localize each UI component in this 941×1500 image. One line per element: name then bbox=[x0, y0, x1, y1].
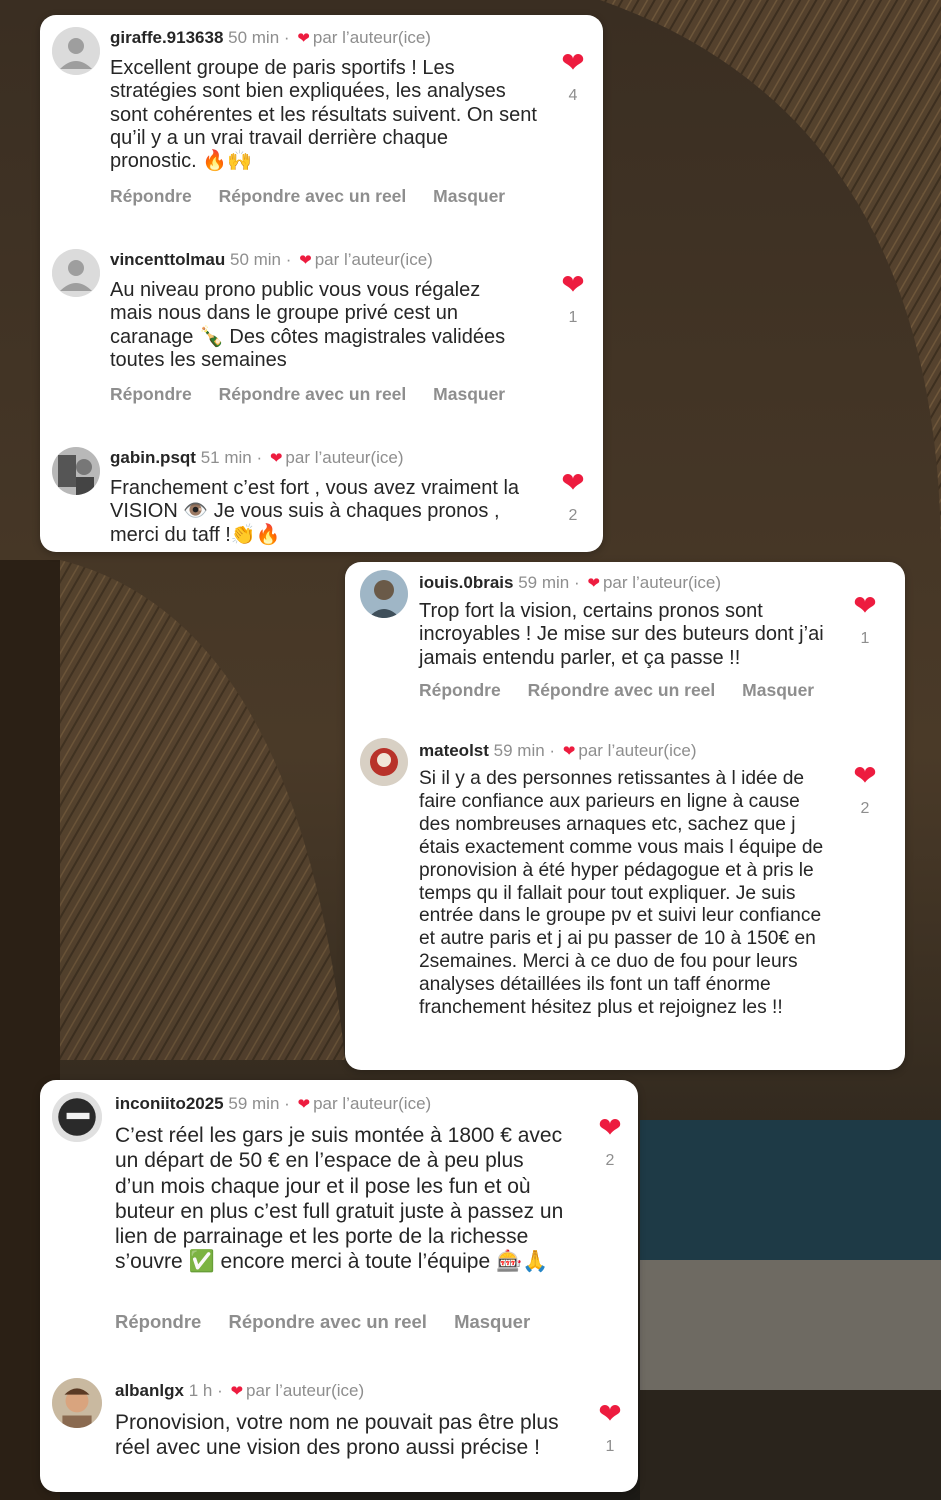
like-control[interactable]: ❤ 4 bbox=[558, 49, 588, 105]
liked-by-author-label: par l’auteur(ice) bbox=[312, 28, 431, 47]
comments-card-3: inconiito2025 59 min · ❤ par l’auteur(ice… bbox=[40, 1080, 638, 1492]
liked-by-author-label: par l’auteur(ice) bbox=[578, 741, 697, 760]
comments-card-2: iouis.0brais 59 min · ❤ par l’auteur(ice)… bbox=[345, 562, 905, 1070]
like-count: 1 bbox=[605, 1438, 615, 1455]
like-count: 4 bbox=[568, 87, 578, 104]
liked-by-author-label: par l’auteur(ice) bbox=[313, 1094, 432, 1113]
comment-meta: inconiito2025 59 min · ❤ par l’auteur(ice… bbox=[115, 1094, 432, 1113]
comment-text: Pronovision, votre nom ne pouvait pas êt… bbox=[115, 1411, 559, 1460]
heart-icon[interactable]: ❤ bbox=[558, 271, 588, 299]
comment-item: albanlgx 1 h · ❤ par l’auteur(ice) Pronov… bbox=[40, 1368, 638, 1492]
hide-button[interactable]: Masquer bbox=[742, 680, 814, 700]
like-count: 1 bbox=[568, 309, 578, 326]
heart-icon[interactable]: ❤ bbox=[595, 1114, 625, 1142]
comment-text: Excellent groupe de paris sportifs ! Les… bbox=[110, 57, 537, 173]
comment-text: Franchement c’est fort , vous avez vraim… bbox=[110, 477, 520, 546]
like-count: 2 bbox=[568, 507, 578, 524]
reply-button[interactable]: Répondre bbox=[110, 186, 192, 206]
reply-button[interactable]: Répondre bbox=[115, 1311, 201, 1332]
heart-icon[interactable]: ❤ bbox=[850, 592, 880, 620]
heart-icon[interactable]: ❤ bbox=[850, 762, 880, 790]
comment-actions: Répondre Répondre avec un reel Masquer bbox=[419, 680, 836, 701]
comment-meta: vincenttolmau 50 min · ❤ par l’auteur(ice… bbox=[110, 250, 433, 269]
reply-reel-button[interactable]: Répondre avec un reel bbox=[219, 186, 407, 206]
like-control[interactable]: ❤ 1 bbox=[595, 1400, 625, 1456]
like-control[interactable]: ❤ 1 bbox=[558, 271, 588, 327]
username[interactable]: inconiito2025 bbox=[115, 1094, 224, 1113]
hide-button[interactable]: Masquer bbox=[433, 186, 505, 206]
comment-meta: mateolst 59 min · ❤ par l’auteur(ice) bbox=[419, 741, 697, 760]
comment-item: vincenttolmau 50 min · ❤ par l’auteur(ice… bbox=[40, 237, 603, 427]
reply-reel-button[interactable]: Répondre avec un reel bbox=[528, 680, 716, 700]
author-heart-icon: ❤ bbox=[230, 1383, 244, 1400]
comment-time: 50 min bbox=[228, 28, 280, 47]
comment-time: 1 h bbox=[188, 1381, 213, 1400]
comment-time: 59 min bbox=[228, 1094, 280, 1113]
comment-meta: gabin.psqt 51 min · ❤ par l’auteur(ice) bbox=[110, 448, 404, 467]
reply-button[interactable]: Répondre bbox=[110, 384, 192, 404]
reply-reel-button[interactable]: Répondre avec un reel bbox=[228, 1311, 426, 1332]
username[interactable]: gabin.psqt bbox=[110, 448, 196, 467]
comments-card-1: giraffe.913638 50 min · ❤ par l’auteur(ic… bbox=[40, 15, 603, 552]
photo-avatar[interactable] bbox=[52, 1092, 102, 1142]
author-heart-icon: ❤ bbox=[299, 252, 312, 269]
comment-time: 50 min bbox=[229, 250, 282, 269]
reply-button[interactable]: Répondre bbox=[419, 680, 501, 700]
comment-item: iouis.0brais 59 min · ❤ par l’auteur(ice)… bbox=[345, 562, 905, 722]
username[interactable]: iouis.0brais bbox=[419, 573, 513, 592]
username[interactable]: mateolst bbox=[419, 741, 489, 760]
reply-reel-button[interactable]: Répondre avec un reel bbox=[219, 384, 407, 404]
default-avatar-icon[interactable] bbox=[52, 249, 100, 297]
comment-actions: Répondre Répondre avec un reel Masquer bbox=[115, 1311, 552, 1333]
comment-item: gabin.psqt 51 min · ❤ par l’auteur(ice) F… bbox=[40, 435, 603, 552]
heart-icon[interactable]: ❤ bbox=[595, 1400, 625, 1428]
username[interactable]: albanlgx bbox=[115, 1381, 184, 1400]
liked-by-author-label: par l’auteur(ice) bbox=[285, 448, 404, 467]
comment-time: 51 min bbox=[200, 448, 252, 467]
comment-actions: Répondre Répondre avec un reel Masquer bbox=[110, 186, 527, 207]
comment-text: Trop fort la vision, certains pronos son… bbox=[419, 600, 824, 669]
author-heart-icon: ❤ bbox=[297, 30, 310, 47]
heart-icon[interactable]: ❤ bbox=[558, 49, 588, 77]
comment-meta: iouis.0brais 59 min · ❤ par l’auteur(ice) bbox=[419, 573, 722, 592]
comment-meta: albanlgx 1 h · ❤ par l’auteur(ice) bbox=[115, 1381, 365, 1400]
like-count: 1 bbox=[860, 630, 870, 647]
hide-button[interactable]: Masquer bbox=[454, 1311, 530, 1332]
comment-text: C’est réel les gars je suis montée à 180… bbox=[115, 1124, 564, 1274]
photo-avatar[interactable] bbox=[360, 738, 408, 786]
comment-text: Si il y a des personnes retissantes à l … bbox=[419, 768, 824, 1019]
author-heart-icon: ❤ bbox=[269, 450, 283, 467]
photo-avatar[interactable] bbox=[52, 1378, 102, 1428]
photo-avatar[interactable] bbox=[52, 447, 100, 495]
default-avatar-icon[interactable] bbox=[52, 27, 100, 75]
liked-by-author-label: par l’auteur(ice) bbox=[246, 1381, 365, 1400]
comment-item: mateolst 59 min · ❤ par l’auteur(ice) Si … bbox=[345, 732, 905, 1070]
hide-button[interactable]: Masquer bbox=[433, 384, 505, 404]
comment-time: 59 min bbox=[493, 741, 545, 760]
author-heart-icon: ❤ bbox=[562, 743, 576, 760]
photo-avatar[interactable] bbox=[360, 570, 408, 618]
author-heart-icon: ❤ bbox=[297, 1096, 311, 1113]
like-control[interactable]: ❤ 2 bbox=[595, 1114, 625, 1170]
liked-by-author-label: par l’auteur(ice) bbox=[602, 573, 722, 592]
comment-actions: Répondre Répondre avec un reel Masquer bbox=[110, 384, 527, 405]
author-heart-icon: ❤ bbox=[587, 575, 600, 592]
like-count: 2 bbox=[605, 1152, 615, 1169]
comment-text: Au niveau prono public vous vous régalez… bbox=[110, 279, 506, 371]
comment-item: inconiito2025 59 min · ❤ par l’auteur(ice… bbox=[40, 1080, 638, 1350]
username[interactable]: giraffe.913638 bbox=[110, 28, 223, 47]
comment-time: 59 min bbox=[518, 573, 570, 592]
like-count: 2 bbox=[860, 800, 870, 817]
heart-icon[interactable]: ❤ bbox=[558, 469, 588, 497]
comment-item: giraffe.913638 50 min · ❤ par l’auteur(ic… bbox=[40, 15, 603, 225]
liked-by-author-label: par l’auteur(ice) bbox=[314, 250, 433, 269]
like-control[interactable]: ❤ 2 bbox=[850, 762, 880, 818]
like-control[interactable]: ❤ 1 bbox=[850, 592, 880, 648]
like-control[interactable]: ❤ 2 bbox=[558, 469, 588, 525]
username[interactable]: vincenttolmau bbox=[110, 250, 225, 269]
comment-meta: giraffe.913638 50 min · ❤ par l’auteur(ic… bbox=[110, 28, 431, 47]
